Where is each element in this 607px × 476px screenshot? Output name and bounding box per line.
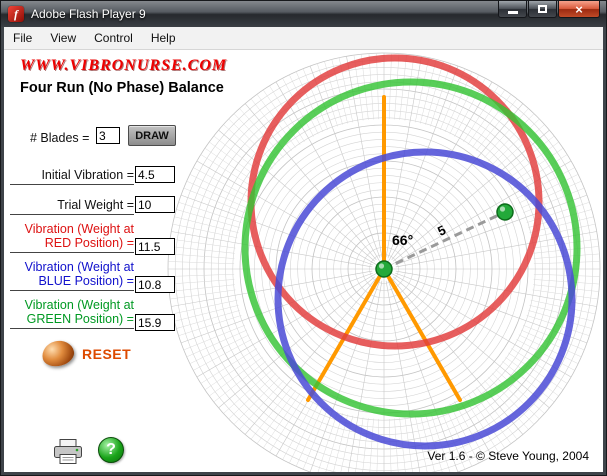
menu-bar: File View Control Help	[4, 27, 603, 50]
blades-input[interactable]	[96, 127, 120, 144]
flash-player-window: f Adobe Flash Player 9 × File View Contr…	[0, 0, 607, 476]
green-vibration-input[interactable]	[135, 314, 175, 331]
trial-weight-label: Trial Weight =	[10, 198, 134, 215]
minimize-icon	[508, 11, 518, 14]
print-button[interactable]	[51, 438, 85, 471]
version-credit: Ver 1.6 - © Steve Young, 2004	[427, 449, 589, 463]
draw-button[interactable]: DRAW	[128, 125, 176, 146]
blue-vibration-input[interactable]	[135, 276, 175, 293]
maximize-button[interactable]	[528, 1, 557, 18]
question-mark-icon: ?	[106, 441, 116, 459]
title-bar: f Adobe Flash Player 9 ×	[1, 1, 606, 27]
red-position-label: Vibration (Weight at RED Position) =	[10, 222, 134, 253]
flash-player-icon: f	[8, 6, 24, 22]
trial-weight-input[interactable]	[135, 196, 175, 213]
blue-vibration-circle	[278, 152, 572, 446]
blades-label: # Blades =	[30, 131, 89, 145]
help-button[interactable]: ?	[98, 437, 124, 463]
initial-vibration-label: Initial Vibration =	[10, 168, 134, 185]
printer-icon	[51, 438, 85, 466]
trial-weight-dot[interactable]	[497, 204, 513, 220]
window-title: Adobe Flash Player 9	[31, 7, 146, 21]
angle-label: 66°	[392, 232, 413, 248]
page-title: Four Run (No Phase) Balance	[20, 80, 224, 96]
menu-help[interactable]: Help	[142, 27, 185, 49]
maximize-icon	[538, 5, 547, 13]
red-vibration-circle	[251, 58, 539, 346]
window-controls: ×	[497, 1, 600, 18]
menu-file[interactable]: File	[4, 27, 41, 49]
app-stage: 66° 5 WWW.VIBRONURSE.COM Four Run (No Ph…	[4, 50, 603, 472]
red-vibration-input[interactable]	[135, 238, 175, 255]
close-button[interactable]: ×	[558, 1, 600, 18]
reset-label[interactable]: RESET	[82, 346, 131, 362]
initial-vibration-input[interactable]	[135, 166, 175, 183]
blue-position-label: Vibration (Weight at BLUE Position) =	[10, 260, 134, 291]
green-position-label: Vibration (Weight at GREEN Position) =	[10, 298, 134, 329]
menu-view[interactable]: View	[41, 27, 85, 49]
minimize-button[interactable]	[498, 1, 527, 18]
center-dot	[376, 261, 392, 277]
site-logo: WWW.VIBRONURSE.COM	[20, 57, 227, 75]
menu-control[interactable]: Control	[85, 27, 142, 49]
